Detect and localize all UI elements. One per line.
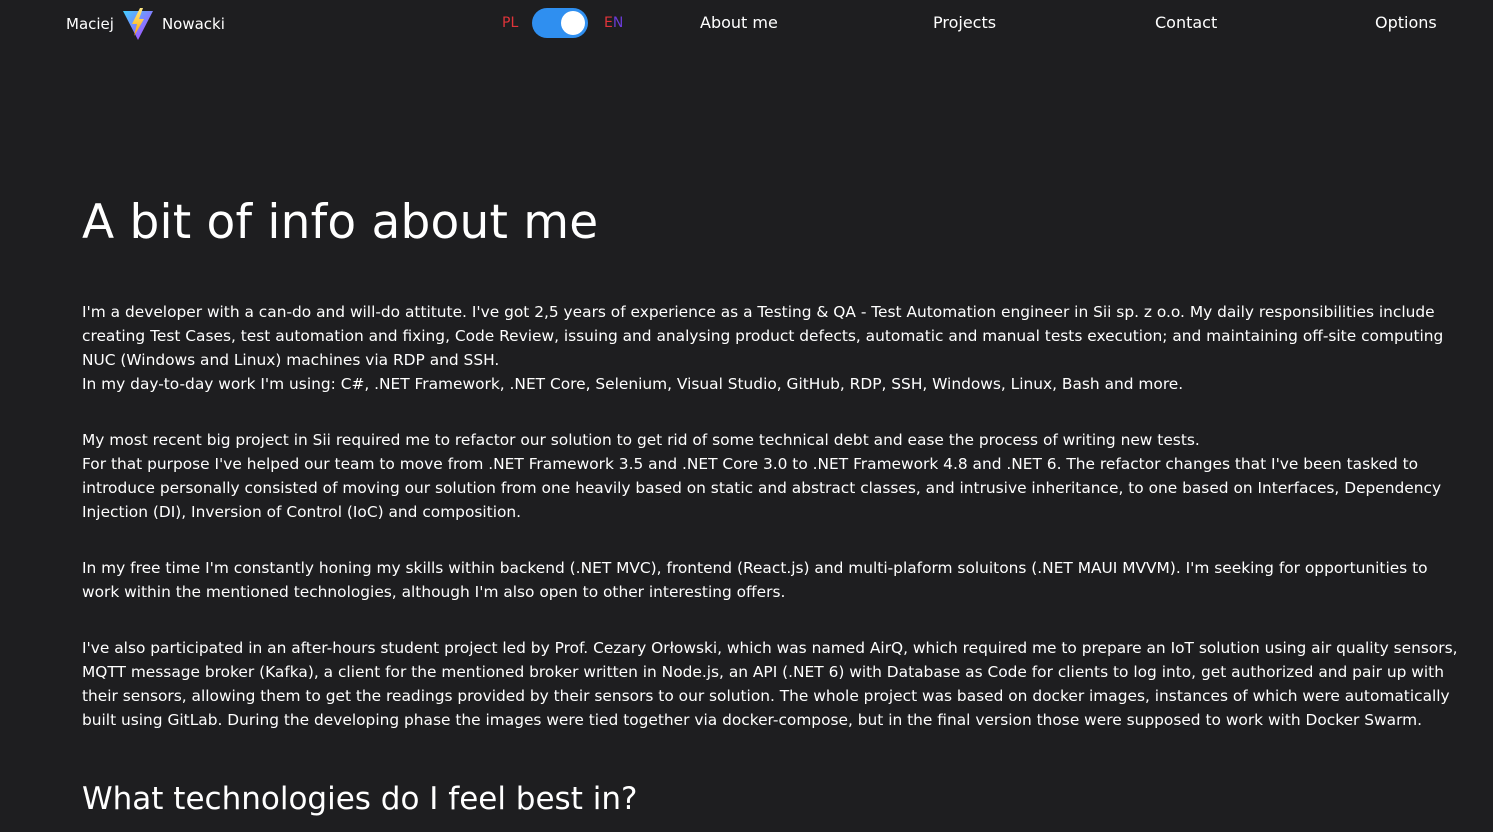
nav-link-about[interactable]: About me <box>700 13 778 32</box>
top-navbar: Maciej Nowacki PL EN About me Projects C… <box>0 0 1493 48</box>
language-switcher: PL EN <box>502 8 623 38</box>
paragraph-experience-line2: In my day-to-day work I'm using: C#, .NE… <box>82 375 1184 393</box>
about-section: A bit of info about me I'm a developer w… <box>82 190 1462 819</box>
page-title: A bit of info about me <box>82 195 599 250</box>
paragraph-recent-project-line2: For that purpose I've helped our team to… <box>82 455 1442 521</box>
vite-lightning-logo-icon <box>122 8 153 40</box>
paragraph-recent-project: My most recent big project in Sii requir… <box>82 428 1462 524</box>
section-subtitle: What technologies do I feel best in? <box>82 781 638 817</box>
language-label-en-n: N <box>612 15 624 31</box>
language-label-en[interactable]: EN <box>604 15 623 31</box>
language-label-pl[interactable]: PL <box>502 15 532 31</box>
paragraph-recent-project-line1: My most recent big project in Sii requir… <box>82 431 1200 449</box>
nav-link-projects[interactable]: Projects <box>933 13 996 32</box>
nav-link-contact[interactable]: Contact <box>1155 13 1217 32</box>
paragraph-airq-project: I've also participated in an after-hours… <box>82 639 1458 729</box>
language-label-en-e: E <box>604 15 613 31</box>
language-toggle[interactable] <box>532 8 588 38</box>
brand[interactable]: Maciej Nowacki <box>66 6 225 42</box>
paragraph-free-time: In my free time I'm constantly honing my… <box>82 559 1428 601</box>
paragraph-experience-line1: I'm a developer with a can-do and will-d… <box>82 303 1444 369</box>
nav-link-options[interactable]: Options <box>1375 13 1437 32</box>
brand-first-name: Maciej <box>66 15 114 33</box>
paragraph-experience: I'm a developer with a can-do and will-d… <box>82 300 1462 396</box>
toggle-knob <box>561 11 585 35</box>
brand-last-name: Nowacki <box>161 15 225 33</box>
